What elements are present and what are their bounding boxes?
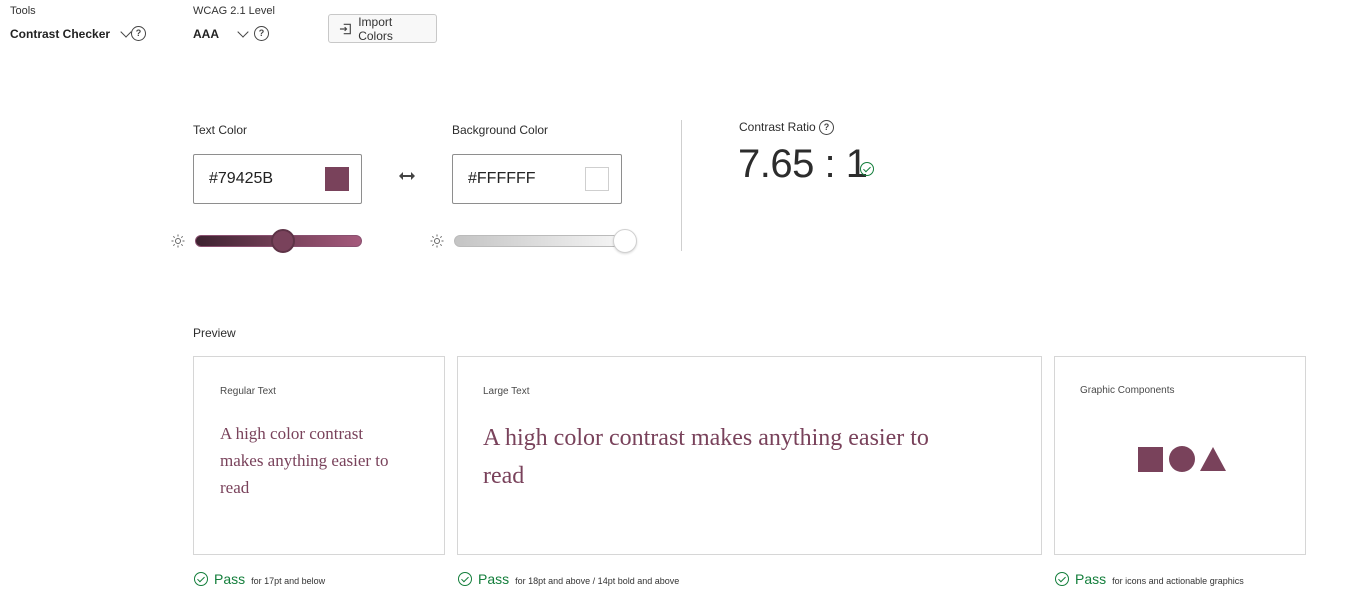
triangle-shape-icon [1200,447,1226,471]
vertical-divider [681,120,682,251]
swap-colors-icon[interactable] [398,170,416,182]
pass-note: for icons and actionable graphics [1112,576,1244,586]
preview-heading: Preview [193,326,236,340]
brightness-icon [430,234,444,248]
large-text-card: Large Text A high color contrast makes a… [457,356,1042,555]
regular-text-sample: A high color contrast makes anything eas… [220,424,389,497]
card-label: Large Text [483,386,530,397]
wcag-label: WCAG 2.1 Level [193,5,275,17]
text-color-label: Text Color [193,123,248,137]
pass-label: Pass [1075,571,1107,587]
chevron-down-icon [237,26,249,38]
help-icon[interactable]: ? [254,26,269,41]
large-text-sample: A high color contrast makes anything eas… [483,425,929,489]
text-color-swatch[interactable] [325,167,349,191]
background-brightness-slider[interactable] [454,235,622,247]
pass-note: for 18pt and above / 14pt bold and above [515,576,680,586]
contrast-ratio-label: Contrast Ratio [739,120,816,134]
square-shape-icon [1138,447,1163,472]
pass-check-icon [860,162,874,176]
pass-label: Pass [478,571,510,587]
pass-label: Pass [214,571,246,587]
circle-shape-icon [1169,446,1195,472]
card-label: Graphic Components [1080,385,1175,396]
graphic-components-pass: Pass for icons and actionable graphics [1055,571,1244,587]
tools-dropdown[interactable]: Contrast Checker [10,26,132,41]
regular-text-card: Regular Text A high color contrast makes… [193,356,445,555]
pass-check-icon [194,572,208,586]
pass-check-icon [1055,572,1069,586]
help-icon[interactable]: ? [131,26,146,41]
background-color-value: #FFFFFF [468,170,536,187]
background-brightness-handle[interactable] [613,229,637,253]
background-color-input[interactable]: #FFFFFF [452,154,622,204]
text-color-input[interactable]: #79425B [193,154,362,204]
tools-label: Tools [10,5,36,17]
contrast-ratio-value: 7.65 : 1 [738,142,868,186]
chevron-down-icon [120,26,132,38]
wcag-dropdown[interactable]: AAA [193,26,249,41]
import-icon [339,23,351,34]
background-color-swatch[interactable] [585,167,609,191]
pass-check-icon [458,572,472,586]
tools-dropdown-value: Contrast Checker [10,27,111,41]
pass-note: for 17pt and below [251,576,326,586]
import-colors-button[interactable]: Import Colors [328,14,437,43]
text-color-value: #79425B [209,170,274,187]
import-colors-label: Import Colors [358,14,393,43]
regular-text-pass: Pass for 17pt and below [194,571,325,587]
background-color-label: Background Color [452,123,549,137]
help-icon[interactable]: ? [819,120,834,135]
large-text-pass: Pass for 18pt and above / 14pt bold and … [458,571,679,587]
card-label: Regular Text [220,386,276,397]
graphic-components-card: Graphic Components [1054,356,1306,555]
wcag-dropdown-value: AAA [193,27,219,41]
brightness-icon [171,234,185,248]
text-brightness-handle[interactable] [271,229,295,253]
